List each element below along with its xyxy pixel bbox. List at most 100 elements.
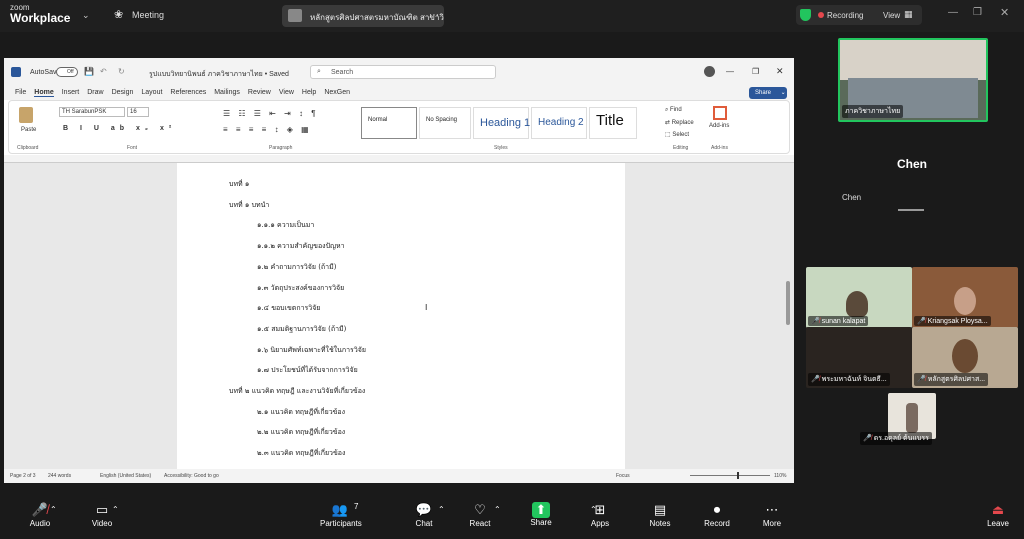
zoom-top-bar: zoom Workplace ⌄ ❀ Meeting หลักสูตรศิลปศ… (0, 0, 1024, 32)
replace-button[interactable]: ⇄ Replace (665, 119, 694, 126)
align-buttons[interactable]: ≡ ≡ ≡ ≡ ↕ ◈ ▦ (223, 125, 312, 134)
maximize-window-icon[interactable]: ❐ (752, 67, 759, 76)
participant-label-5: 🎤̸ ดร.อดุลย์ ต้นแบรร (860, 432, 932, 445)
style-title[interactable]: Title (589, 107, 637, 139)
editing-group-label: Editing (673, 145, 689, 151)
participant-tile-2[interactable]: 🎤̸ Kriangsak Ploysa... (912, 267, 1018, 328)
style-no-spacing[interactable]: No Spacing (419, 107, 471, 139)
select-button[interactable]: ⬚ Select (665, 131, 689, 138)
word-search-box[interactable]: ⌕ Search (310, 65, 496, 79)
font-format-buttons[interactable]: B I U ab x₂ x² (63, 125, 176, 132)
document-line: ๒.๒ แนวคิด ทฤษฎีที่เกี่ยวข้อง (257, 428, 346, 437)
ribbon-tab-draw[interactable]: Draw (87, 89, 103, 96)
participant-tile-4[interactable]: 🎤̸ หลักสูตรศิลปศาส... (912, 327, 1018, 388)
list-buttons[interactable]: ☰ ☷ ☰ ⇤ ⇥ ↕ ¶ (223, 109, 319, 118)
style-heading-2[interactable]: Heading 2 (531, 107, 587, 139)
react-label: React (469, 519, 491, 528)
participant-tile-3[interactable]: 🎤̸ พระมหาฉันท์ จินตธี... (806, 327, 912, 388)
record-button[interactable]: ⏺ Record (697, 499, 737, 528)
minimize-window-icon[interactable]: — (726, 67, 734, 76)
document-title[interactable]: รูปแบบวิทยานิพนธ์ ภาควิชาภาษาไทย • Saved (149, 69, 289, 80)
share-button[interactable]: ⬆ Share (521, 499, 561, 527)
status-words[interactable]: 244 words (48, 473, 71, 479)
participant-count-badge: 7 (354, 502, 359, 511)
zoom-slider[interactable] (690, 475, 770, 476)
font-size-select[interactable]: 16 (127, 107, 149, 117)
paste-label[interactable]: Paste (21, 127, 36, 133)
document-scrollbar[interactable] (786, 281, 790, 325)
document-line: ๑.๑.๒ ความสำคัญของปัญหา (257, 242, 345, 251)
shared-screen-tab[interactable]: หลักสูตรศิลปศาสตรมหาบัณฑิต สาขาวิ (282, 5, 444, 27)
minimize-icon[interactable]: — (948, 7, 958, 18)
user-avatar[interactable] (704, 66, 715, 77)
tile-separator (898, 209, 924, 211)
ribbon-tab-help[interactable]: Help (302, 89, 316, 96)
save-icon[interactable]: 💾 (84, 67, 94, 76)
more-label: More (762, 519, 782, 528)
addins-icon[interactable] (713, 106, 727, 120)
paragraph-group-label: Paragraph (269, 145, 293, 151)
ribbon-tab-design[interactable]: Design (112, 89, 134, 96)
share-button[interactable]: Share ⌄ (749, 87, 787, 99)
toolbar-chevron-icon[interactable]: ⌃ (112, 505, 119, 514)
zoom-slider-thumb[interactable] (737, 472, 739, 479)
ribbon-tab-file[interactable]: File (15, 89, 26, 96)
apps-icon: ⊞ (594, 502, 606, 517)
participant-name-0: ภาควิชาภาษาไทย (842, 105, 904, 118)
document-line: ๒.๑ แนวคิด ทฤษฎีที่เกี่ยวข้อง (257, 407, 346, 416)
ribbon-tab-insert[interactable]: Insert (62, 89, 80, 96)
status-language[interactable]: English (United States) (100, 473, 151, 479)
search-placeholder: Search (331, 69, 354, 76)
ribbon-tab-view[interactable]: View (279, 89, 294, 96)
participant-tile-1[interactable]: 🎤̸ sunan kalapat (806, 267, 912, 328)
share-icon: ⬆ (532, 502, 550, 518)
close-icon[interactable]: ✕ (1000, 6, 1009, 19)
undo-icon[interactable]: ↶ (100, 67, 107, 76)
style-heading-1[interactable]: Heading 1 (473, 107, 530, 139)
logo-menu-chevron-icon[interactable]: ⌄ (82, 10, 90, 21)
toolbar-chevron-icon[interactable]: ⌃ (50, 505, 57, 514)
zoom-toolbar: 🎤̸ Audio ▭ Video 👥 Participants 💬 Chat ♡ React ⬆ Sh… (0, 499, 1024, 539)
document-line: บทที่ ๒ แนวคิด ทฤษฎี และงานวิจัยที่เกี่ย… (229, 387, 366, 395)
toolbar-chevron-icon[interactable]: ⌃ (494, 505, 501, 514)
paste-icon[interactable] (19, 107, 33, 123)
style-normal[interactable]: Normal (361, 107, 417, 139)
notes-button[interactable]: ▤ Notes (640, 499, 680, 528)
focus-button[interactable]: Focus (616, 473, 630, 479)
ribbon-tab-nexgen[interactable]: NexGen (324, 89, 350, 96)
word-menu-bar: File Home Insert Draw Design Layout References… (4, 86, 794, 100)
share-label: Share (530, 518, 552, 527)
audio-label: Audio (29, 519, 51, 528)
ribbon-tab-home[interactable]: Home (34, 89, 54, 97)
font-name-select[interactable]: TH SarabunPSK (59, 107, 125, 117)
apps-button[interactable]: ⊞ Apps (580, 499, 620, 528)
ribbon-tab-review[interactable]: Review (248, 89, 271, 96)
recording-label: Recording (827, 11, 864, 20)
close-window-icon[interactable]: ✕ (776, 66, 784, 77)
meeting-label[interactable]: Meeting (132, 10, 164, 20)
more-button[interactable]: ⋯ More (752, 499, 792, 528)
leave-icon: ⏏ (991, 502, 1005, 517)
leave-button[interactable]: ⏏ Leave (978, 499, 1018, 528)
ribbon-tab-references[interactable]: References (170, 89, 206, 96)
document-line: ๑.๖ นิยามศัพท์เฉพาะที่ใช้ในการวิจัย (257, 345, 366, 354)
addins-button[interactable]: Add-ins (709, 123, 729, 129)
view-button[interactable]: View (883, 11, 900, 20)
redo-icon[interactable]: ↻ (118, 67, 125, 76)
restore-icon[interactable]: ❐ (973, 7, 982, 18)
toolbar-chevron-icon[interactable]: ⌃ (590, 505, 597, 514)
more-options-icon[interactable]: ⋯ (429, 10, 439, 21)
word-title-bar: AutoSave Off 💾 ↶ ↻ รูปแบบวิทยานิพนธ์ ภาค… (4, 58, 794, 86)
status-accessibility[interactable]: Accessibility: Good to go (164, 473, 219, 479)
status-page[interactable]: Page 2 of 3 (10, 473, 36, 479)
autosave-toggle[interactable]: Off (56, 67, 78, 77)
view-grid-icon[interactable]: ▦ (904, 9, 913, 20)
participant-label-2: 🎤̸ Kriangsak Ploysa... (914, 316, 991, 326)
ribbon-tab-mailings[interactable]: Mailings (214, 89, 240, 96)
toolbar-chevron-icon[interactable]: ⌃ (438, 505, 445, 514)
document-page[interactable]: บทที่ ๑บทที่ ๑ บทนำ ๑.๑.๑ ความเป็นมา ๑.๑.๒… (177, 163, 625, 469)
find-button[interactable]: ⌕ Find (665, 107, 682, 114)
participant-tile-0[interactable]: ภาควิชาภาษาไทย (838, 38, 988, 122)
ribbon-tab-layout[interactable]: Layout (141, 89, 162, 96)
zoom-level[interactable]: 110% (774, 473, 786, 479)
